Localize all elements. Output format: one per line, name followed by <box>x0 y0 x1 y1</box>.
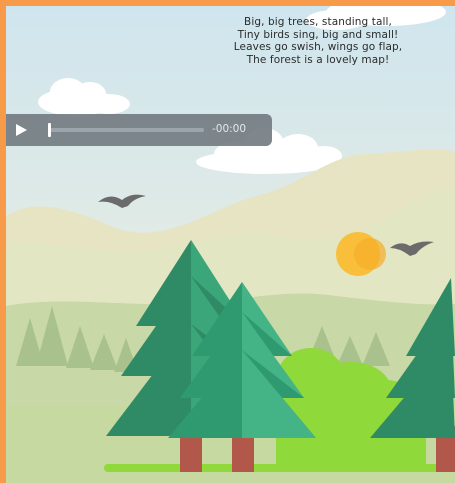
poem-line-2: Tiny birds sing, big and small! <box>237 28 399 41</box>
sun-shade <box>354 238 386 270</box>
forest-scene-svg <box>6 6 455 483</box>
orange-frame: Big, big trees, standing tall, Tiny bird… <box>0 0 455 483</box>
poem-line-1: Big, big trees, standing tall, <box>244 16 392 28</box>
poem-line-4: The forest is a lovely map! <box>246 53 390 66</box>
forest-illustration: Big, big trees, standing tall, Tiny bird… <box>6 6 455 483</box>
progress-track[interactable] <box>48 128 204 132</box>
time-remaining: -00:00 <box>212 123 247 135</box>
audio-player: -00:00 <box>6 114 272 146</box>
progress-handle[interactable] <box>48 123 51 137</box>
poem-text: Big, big trees, standing tall, Tiny bird… <box>202 16 434 66</box>
poem-line-3: Leaves go swish, wings go flap, <box>233 41 403 53</box>
play-icon[interactable] <box>16 124 27 136</box>
